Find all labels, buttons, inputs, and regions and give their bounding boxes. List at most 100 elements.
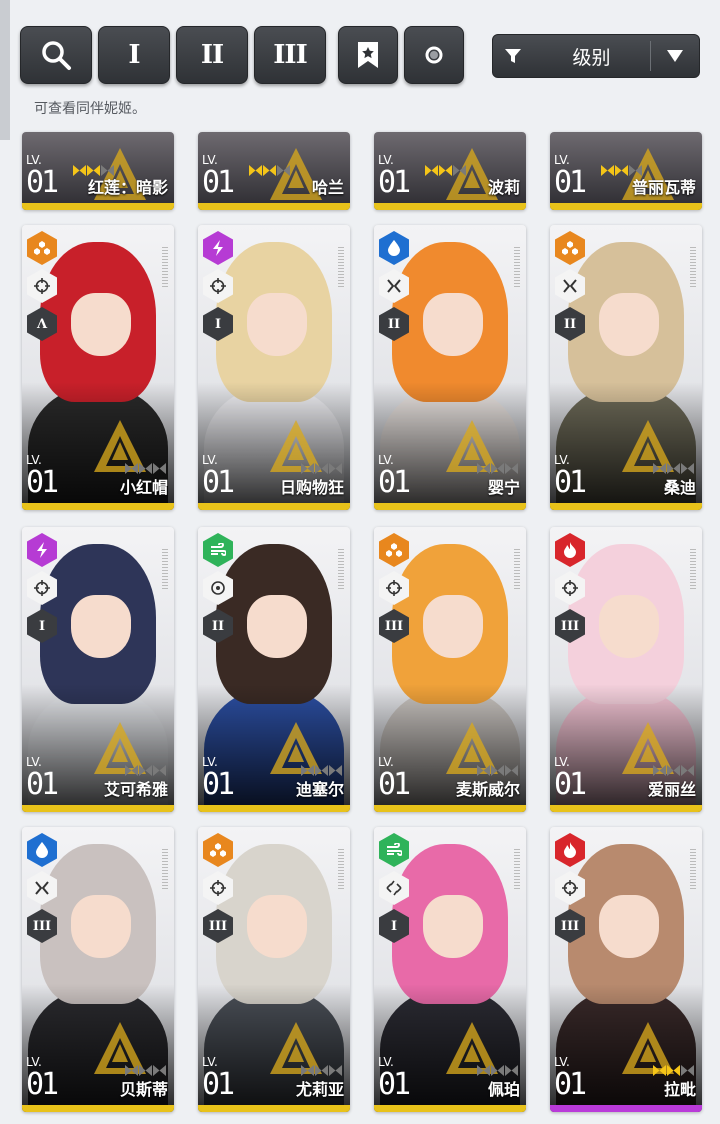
- burst-level-icon: II: [203, 609, 233, 643]
- level-indicator: LV. 01: [378, 454, 411, 500]
- star-icon: [477, 1061, 490, 1076]
- nikke-name: 爱丽丝: [647, 780, 696, 799]
- rarity-bar: [550, 203, 702, 210]
- rarity-stars: [601, 161, 642, 176]
- nikke-name: 波莉: [487, 178, 520, 197]
- dual-icon: [27, 871, 57, 905]
- rarity-bar: [374, 1105, 526, 1112]
- rarity-stars: [125, 459, 166, 474]
- portrait-face: [246, 895, 308, 959]
- attribute-icons: II: [203, 533, 233, 643]
- hint-text: 可查看同伴妮姬。: [34, 101, 146, 117]
- level-value: 01: [378, 465, 411, 500]
- star-icon: [681, 1061, 694, 1076]
- nikke-card[interactable]: LV. 01 普丽瓦蒂: [550, 132, 702, 210]
- level-value: 01: [26, 165, 59, 200]
- filter-class-3-button[interactable]: III: [254, 26, 326, 84]
- portrait-face: [598, 895, 660, 959]
- star-icon: [301, 1061, 314, 1076]
- star-icon: [315, 459, 328, 474]
- search-icon: [42, 41, 71, 70]
- rarity-bar: [22, 203, 174, 210]
- nikke-card[interactable]: LV. 01 哈兰: [198, 132, 350, 210]
- attribute-icons: III: [27, 833, 57, 943]
- portrait-face: [246, 293, 308, 357]
- rarity-bar: [374, 805, 526, 812]
- nikke-card[interactable]: Λ LV. 01 小红帽: [22, 225, 174, 510]
- nikke-card[interactable]: LV. 01 红莲：暗影: [22, 132, 174, 210]
- star-icon: [629, 161, 642, 176]
- nikke-card[interactable]: II LV. 01 迪塞尔: [198, 527, 350, 812]
- level-indicator: LV. 01: [554, 154, 587, 198]
- nikke-card[interactable]: I LV. 01 日购物狂: [198, 225, 350, 510]
- level-indicator: LV. 01: [26, 154, 59, 200]
- iron-element-icon: [27, 231, 57, 265]
- dual-icon: [555, 269, 585, 303]
- nikke-name: 普丽瓦蒂: [631, 178, 696, 197]
- left-edge-strip: [0, 0, 10, 140]
- class-2-label: II: [200, 40, 224, 70]
- sort-dropdown[interactable]: 级别: [492, 34, 700, 78]
- nikke-name: 哈兰: [311, 178, 344, 197]
- nikke-card[interactable]: III LV. 01 麦斯威尔: [374, 527, 526, 812]
- star-icon: [667, 1061, 680, 1076]
- dropdown-arrow-icon: [651, 49, 699, 63]
- star-icon: [329, 1061, 342, 1076]
- rarity-bar: [374, 203, 526, 210]
- barcode-decoration: [690, 849, 696, 889]
- class-1-label: I: [128, 40, 140, 70]
- star-icon: [87, 161, 100, 176]
- barcode-decoration: [338, 549, 344, 589]
- nikke-name: 桑迪: [663, 478, 696, 497]
- star-icon: [301, 761, 314, 776]
- star-icon: [453, 161, 466, 176]
- filter-class-2-button[interactable]: II: [176, 26, 248, 84]
- barcode-decoration: [514, 549, 520, 589]
- barcode-decoration: [514, 849, 520, 889]
- nikke-card[interactable]: III LV. 01 贝斯蒂: [22, 827, 174, 1112]
- nikke-name: 红莲：暗影: [87, 178, 168, 197]
- rarity-bar: [198, 503, 350, 510]
- nikke-card[interactable]: I LV. 01 艾可希雅: [22, 527, 174, 812]
- water-element-icon: [27, 833, 57, 867]
- barcode-decoration: [338, 247, 344, 287]
- nikke-card[interactable]: III LV. 01 爱丽丝: [550, 527, 702, 812]
- portrait-face: [70, 895, 132, 959]
- iron-element-icon: [203, 833, 233, 867]
- barcode-decoration: [338, 849, 344, 889]
- nikke-card[interactable]: LV. 01 波莉: [374, 132, 526, 210]
- level-indicator: LV. 01: [202, 454, 235, 498]
- burst-level-icon: I: [379, 909, 409, 943]
- star-icon: [73, 161, 86, 176]
- level-indicator: LV. 01: [554, 1056, 587, 1100]
- burst-level-icon: II: [555, 307, 585, 341]
- nikke-card[interactable]: III LV. 01 尤莉亚: [198, 827, 350, 1112]
- star-icon: [477, 761, 490, 776]
- star-icon: [153, 1061, 166, 1076]
- star-icon: [425, 161, 438, 176]
- star-icon: [139, 459, 152, 474]
- nikke-card[interactable]: III LV. 01 拉毗: [550, 827, 702, 1112]
- star-icon: [249, 161, 262, 176]
- crosshair-icon: [203, 269, 233, 303]
- nikke-card[interactable]: II LV. 01 婴宁: [374, 225, 526, 510]
- star-icon: [491, 459, 504, 474]
- nikke-card[interactable]: I LV. 01 佩珀: [374, 827, 526, 1112]
- attribute-icons: I: [203, 231, 233, 341]
- favorite-filter-button[interactable]: [338, 26, 398, 84]
- electric-element-icon: [203, 231, 233, 265]
- water-element-icon: [379, 231, 409, 265]
- star-icon: [277, 161, 290, 176]
- nikke-card[interactable]: II LV. 01 桑迪: [550, 225, 702, 510]
- star-icon: [681, 761, 694, 776]
- nikke-name: 贝斯蒂: [119, 1080, 168, 1099]
- toggle-button[interactable]: [404, 26, 464, 84]
- nikke-name: 婴宁: [487, 478, 520, 497]
- level-value: 01: [554, 465, 587, 500]
- portrait-face: [422, 895, 484, 959]
- rarity-bar: [198, 1105, 350, 1112]
- filter-class-1-button[interactable]: I: [98, 26, 170, 84]
- funnel-icon: [493, 47, 533, 65]
- search-button[interactable]: [20, 26, 92, 84]
- rarity-stars: [125, 1061, 166, 1076]
